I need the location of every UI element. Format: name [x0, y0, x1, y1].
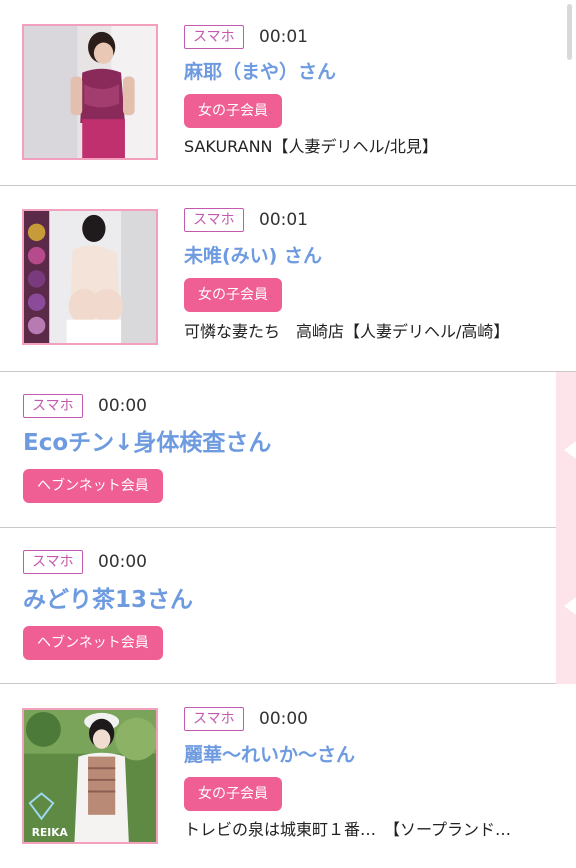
user-name-link[interactable]: 麻耶（まや）さん — [184, 59, 336, 85]
shop-name[interactable]: 可憐な妻たち 高崎店【人妻デリヘル/高崎】 — [184, 321, 509, 343]
member-type-badge: ヘブンネット会員 — [23, 626, 163, 660]
list-item[interactable]: スマホ 00:00 みどり茶13さん ヘブンネット会員 — [0, 528, 576, 684]
member-type-badge: 女の子会員 — [184, 278, 282, 312]
list-item[interactable]: スマホ 00:01 未唯(みい) さん 女の子会員 可憐な妻たち 高崎店【人妻デ… — [0, 186, 576, 372]
login-time: 00:01 — [259, 27, 308, 47]
activity-list: スマホ 00:01 麻耶（まや）さん 女の子会員 SAKURANN【人妻デリヘル… — [0, 0, 576, 868]
side-drawer-tab[interactable] — [556, 372, 576, 684]
drawer-notch-icon — [564, 441, 576, 459]
member-type-badge: ヘブンネット会員 — [23, 469, 163, 503]
photo-image — [24, 26, 156, 158]
platform-badge: スマホ — [23, 550, 83, 574]
photo-image: REIKA — [24, 710, 156, 842]
shop-name[interactable]: SAKURANN【人妻デリヘル/北見】 — [184, 136, 438, 158]
platform-badge: スマホ — [184, 25, 244, 49]
platform-badge: スマホ — [23, 394, 83, 418]
login-time: 00:00 — [98, 552, 147, 572]
login-time: 00:01 — [259, 210, 308, 230]
login-time: 00:00 — [259, 709, 308, 729]
list-item[interactable]: スマホ 00:01 麻耶（まや）さん 女の子会員 SAKURANN【人妻デリヘル… — [0, 0, 576, 186]
member-type-badge: 女の子会員 — [184, 777, 282, 811]
list-item[interactable]: REIKA スマホ 00:00 麗華〜れいか〜さん 女の子会員 トレビの泉は城東… — [0, 684, 576, 868]
profile-thumbnail[interactable]: REIKA — [22, 708, 158, 844]
member-type-badge: 女の子会員 — [184, 94, 282, 128]
scrollbar[interactable] — [567, 4, 572, 60]
profile-thumbnail[interactable] — [22, 209, 158, 345]
photo-image — [24, 211, 156, 343]
user-name-link[interactable]: Ecoチン↓身体検査さん — [23, 427, 271, 459]
drawer-notch-icon — [564, 597, 576, 615]
user-name-link[interactable]: みどり茶13さん — [23, 584, 193, 616]
thumbnail-watermark: REIKA — [32, 826, 69, 839]
user-name-link[interactable]: 未唯(みい) さん — [184, 243, 322, 269]
platform-badge: スマホ — [184, 707, 244, 731]
list-item[interactable]: スマホ 00:00 Ecoチン↓身体検査さん ヘブンネット会員 — [0, 372, 576, 528]
platform-badge: スマホ — [184, 208, 244, 232]
profile-thumbnail[interactable] — [22, 24, 158, 160]
shop-name[interactable]: トレビの泉は城東町１番… 【ソープランド… — [184, 819, 511, 841]
user-name-link[interactable]: 麗華〜れいか〜さん — [184, 742, 355, 768]
login-time: 00:00 — [98, 396, 147, 416]
